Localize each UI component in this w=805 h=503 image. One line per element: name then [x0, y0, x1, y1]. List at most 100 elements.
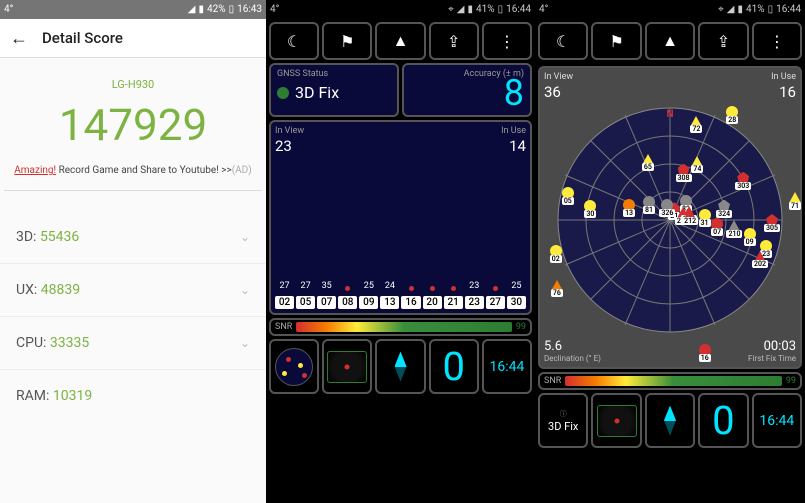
satellite-326: 326 — [660, 198, 674, 212]
time-value[interactable]: 16:44 — [752, 393, 802, 448]
wifi-icon: ◢ — [188, 4, 196, 15]
satellite-81: 81 — [642, 195, 656, 209]
bottom-strip: 0 16:44 — [266, 339, 535, 397]
snr-legend: SNR 99 — [538, 372, 802, 390]
satellite-305: 305 — [765, 213, 779, 227]
fft-value: 00:03 — [764, 339, 796, 354]
map-button[interactable] — [591, 393, 641, 448]
snr-legend: SNR 99 — [269, 318, 532, 336]
sat-globe-button[interactable] — [269, 339, 319, 394]
skyplot-card[interactable]: In ViewIn Use 3616 N 2182326812172132123… — [538, 66, 802, 369]
bottom-strip: ⓘ3D Fix 0 16:44 — [535, 393, 805, 451]
back-icon[interactable]: ← — [10, 28, 28, 49]
satellite-71: 71 — [788, 191, 802, 205]
map-button[interactable] — [322, 339, 372, 394]
chevron-down-icon: ⌄ — [240, 283, 250, 297]
satellite-210: 210 — [727, 219, 741, 233]
flag-button[interactable]: ⚑ — [322, 22, 372, 60]
satellite-07: 07 — [710, 217, 724, 231]
satellite-308: 308 — [677, 163, 691, 177]
status-bar: 4° ◢ ▮ 42% ▯ 16:43 — [0, 0, 266, 19]
temp: 4° — [539, 4, 548, 15]
satellite-74: 74 — [690, 154, 704, 168]
night-mode-button[interactable]: ☾ — [269, 22, 319, 60]
gnss-status-card[interactable]: GNSS Status 3D Fix — [269, 63, 399, 117]
battery-text: 42% — [207, 4, 226, 15]
gnss-label: GNSS Status — [277, 69, 391, 79]
svg-text:N: N — [666, 109, 673, 120]
benchmark-pane: 4° ◢ ▮ 42% ▯ 16:43 ← Detail Score LG-H93… — [0, 0, 266, 503]
ad-amazing: Amazing! — [14, 165, 56, 176]
signal-icon: ▮ — [467, 4, 473, 15]
battery-icon: ▯ — [229, 4, 235, 15]
satellite-65: 65 — [641, 152, 655, 166]
chevron-down-icon: ⌄ — [240, 336, 250, 350]
snr-chart-card[interactable]: In ViewIn Use 2314 27273525242325 020507… — [269, 120, 532, 315]
inview-value: 23 — [275, 137, 292, 155]
satellite-30: 30 — [583, 199, 597, 213]
north-button[interactable]: ▲ — [375, 22, 425, 60]
snr-bars: 27273525242325 — [275, 163, 526, 293]
gnss-pane: 4° ⌖◢▮41%▯16:44 ☾ ⚑ ▲ ⇪ ⋮ GNSS Status 3D… — [266, 0, 535, 503]
accuracy-value: 8 — [410, 75, 524, 111]
chevron-down-icon: ⌄ — [240, 230, 250, 244]
accuracy-card[interactable]: Accuracy (± m) 8 — [402, 63, 532, 117]
declination-value: 5.6 — [544, 339, 562, 354]
share-button[interactable]: ⇪ — [429, 22, 479, 60]
north-button[interactable]: ▲ — [645, 22, 695, 60]
flag-button[interactable]: ⚑ — [591, 22, 641, 60]
score-row-ux[interactable]: UX: 48839⌄ — [0, 264, 266, 317]
night-mode-button[interactable]: ☾ — [538, 22, 588, 60]
location-icon: ⌖ — [448, 4, 454, 15]
location-icon: ⌖ — [718, 4, 724, 15]
toolbar: ☾ ⚑ ▲ ⇪ ⋮ — [266, 19, 535, 63]
score-row-3d[interactable]: 3D: 55436⌄ — [0, 211, 266, 264]
fix-status-button[interactable]: ⓘ3D Fix — [538, 393, 588, 448]
wifi-icon: ◢ — [457, 4, 465, 15]
ad-tag: (AD) — [232, 165, 252, 176]
time-value[interactable]: 16:44 — [482, 339, 532, 394]
satellite-72: 72 — [689, 114, 703, 128]
clock: 16:43 — [237, 4, 262, 15]
ad-text: Record Game and Share to Youtube! >> — [56, 165, 232, 176]
status-bar: 4° ⌖◢▮41%▯16:44 — [535, 0, 805, 19]
satellite-05: 05 — [561, 186, 575, 200]
speed-value[interactable]: 0 — [698, 393, 748, 448]
score-rows: 3D: 55436⌄ UX: 48839⌄ CPU: 33335⌄ RAM: 1… — [0, 211, 266, 422]
satellite-02: 02 — [549, 244, 563, 258]
signal-icon: ▮ — [737, 4, 743, 15]
satellite-28: 28 — [725, 105, 739, 119]
battery-icon: ▯ — [768, 4, 774, 15]
more-button[interactable]: ⋮ — [752, 22, 802, 60]
device-model: LG-H930 — [0, 78, 266, 91]
inview-value: 36 — [544, 83, 561, 101]
page-title: Detail Score — [42, 29, 123, 47]
satellite-09: 09 — [743, 227, 757, 241]
ad-banner[interactable]: Amazing! Record Game and Share to Youtub… — [4, 165, 262, 191]
battery-icon: ▯ — [498, 4, 504, 15]
inuse-value: 14 — [509, 137, 526, 155]
snr-xaxis: 020507080913162021232730 — [275, 296, 526, 309]
signal-icon: ▮ — [198, 4, 204, 15]
temp: 4° — [4, 4, 13, 15]
compass-button[interactable] — [645, 393, 695, 448]
total-score: 147929 — [0, 99, 266, 151]
snr-gradient — [296, 322, 512, 332]
inuse-value: 16 — [779, 83, 796, 101]
snr-gradient — [565, 376, 782, 386]
gnss-status: 3D Fix — [295, 83, 339, 102]
sky-plot: N 21823268121721321231071330865743242103… — [555, 105, 785, 335]
more-button[interactable]: ⋮ — [482, 22, 532, 60]
compass-button[interactable] — [375, 339, 425, 394]
satellite-303: 303 — [736, 171, 750, 185]
score-row-ram[interactable]: RAM: 10319 — [0, 370, 266, 422]
toolbar: ☾ ⚑ ▲ ⇪ ⋮ — [535, 19, 805, 63]
speed-value[interactable]: 0 — [429, 339, 479, 394]
header-bar: ← Detail Score — [0, 19, 266, 58]
satellite-324: 324 — [717, 199, 731, 213]
share-button[interactable]: ⇪ — [698, 22, 748, 60]
skyplot-pane: 4° ⌖◢▮41%▯16:44 ☾ ⚑ ▲ ⇪ ⋮ In ViewIn Use … — [535, 0, 805, 503]
score-row-cpu[interactable]: CPU: 33335⌄ — [0, 317, 266, 370]
temp: 4° — [270, 4, 279, 15]
satellite-16: 16 — [698, 343, 712, 357]
